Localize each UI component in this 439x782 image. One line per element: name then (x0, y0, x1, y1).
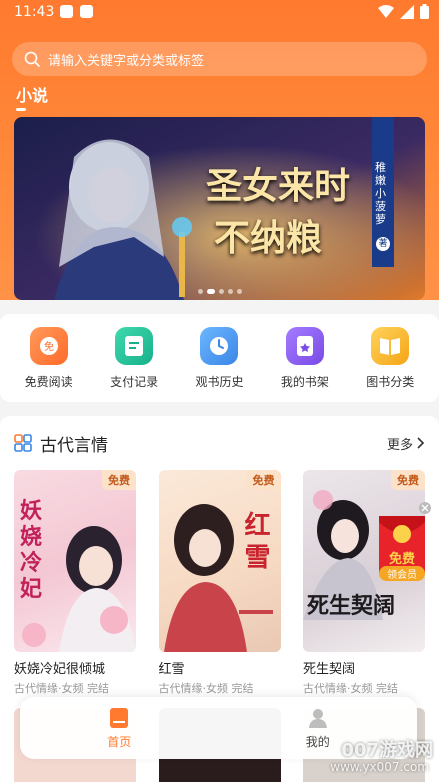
book-home-icon (110, 707, 129, 728)
book-title: 妖娆冷妃很倾城 (14, 662, 106, 677)
red-packet-line1: 免费 (388, 552, 415, 567)
watermark-brand: 007游戏网 (341, 740, 433, 761)
free-read-icon: 免 (29, 326, 68, 365)
book-title: 死生契阔 (303, 662, 356, 677)
banner-dot-active (206, 289, 215, 294)
signal-icon (400, 4, 414, 19)
book-meta: 古代情缘·女频 完结 (303, 682, 398, 695)
quick-history[interactable]: 观书历史 (179, 326, 259, 390)
quick-label: 图书分类 (366, 374, 415, 389)
notification-icon (60, 5, 73, 18)
banner-headline-2: 不纳粮 (214, 217, 323, 259)
book-list: 妖娆冷妃 免费 妖娆冷妃很倾城 古代情缘·女频 完结 红雪 免费 红雪 古代情缘… (14, 470, 425, 696)
quick-label: 支付记录 (110, 374, 159, 389)
cover-title: 红雪 (244, 511, 271, 573)
search-placeholder: 请输入关键字或分类或标签 (48, 53, 205, 69)
banner-author-suffix: 著 (376, 237, 390, 251)
banner-dot (197, 289, 203, 294)
search-bar[interactable]: 请输入关键字或分类或标签 (12, 42, 427, 76)
free-badge: 免费 (246, 470, 281, 490)
book-meta: 古代情缘·女频 完结 (158, 682, 254, 695)
status-bar: 11:43 (0, 0, 439, 26)
history-clock-icon (200, 326, 239, 365)
tab-mine-label: 我的 (305, 734, 330, 749)
free-badge: 免费 (102, 470, 136, 490)
banner-author: 稚嫩小菠萝 (375, 161, 386, 226)
book-card[interactable]: 妖娆冷妃 免费 妖娆冷妃很倾城 古代情缘·女频 完结 (14, 470, 136, 696)
book-meta: 古代情缘·女频 完结 (14, 682, 109, 695)
promo-banner[interactable]: 圣女来时 不纳粮 稚嫩小菠萝 著 (14, 117, 425, 300)
book-cover: 妖娆冷妃 免费 (14, 470, 136, 652)
quick-actions: 免 免费阅读 支付记录 观书历史 我的书架 图书分类 (0, 314, 439, 402)
quick-bookshelf[interactable]: 我的书架 (265, 326, 345, 390)
banner-pagination (14, 289, 425, 294)
bookshelf-icon (285, 326, 324, 365)
quick-category[interactable]: 图书分类 (350, 326, 430, 390)
search-icon (24, 51, 40, 67)
quick-free-read[interactable]: 免 免费阅读 (9, 326, 89, 390)
notification-icon (80, 5, 93, 18)
banner-dot (236, 289, 242, 294)
payment-record-icon (115, 326, 154, 365)
wifi-icon (378, 4, 394, 18)
chevron-right-icon (417, 437, 425, 449)
book-title: 红雪 (158, 662, 185, 677)
more-label: 更多 (386, 437, 413, 453)
quick-label: 免费阅读 (24, 374, 73, 389)
tab-home-label: 首页 (107, 734, 132, 749)
category-header: 古代言情 更多 (14, 430, 425, 456)
quick-label: 我的书架 (280, 374, 329, 389)
category-book-icon (371, 326, 410, 365)
book-card[interactable]: 红雪 免费 红雪 古代情缘·女频 完结 (158, 470, 281, 696)
more-link[interactable]: 更多 (387, 434, 425, 453)
quick-payment-record[interactable]: 支付记录 (94, 326, 174, 390)
section-title: 小说 (16, 82, 48, 111)
red-packet-promo[interactable]: 免费 领会员 (373, 502, 433, 586)
svg-text:免: 免 (44, 340, 54, 353)
status-time: 11:43 (14, 4, 55, 20)
quick-label: 观书历史 (195, 374, 244, 389)
banner-dot (227, 289, 233, 294)
banner-dot (218, 289, 224, 294)
banner-headline-1: 圣女来时 (206, 165, 351, 207)
free-badge: 免费 (391, 470, 425, 490)
cover-title: 死生契阔 (307, 593, 396, 619)
battery-icon (420, 4, 429, 19)
book-cover: 红雪 免费 (158, 470, 281, 652)
watermark-url: www.yx007.com (330, 760, 429, 774)
tab-home[interactable]: 首页 (69, 707, 169, 750)
grid-icon (14, 434, 32, 452)
cover-title: 妖娆冷妃 (20, 498, 43, 602)
category-title: 古代言情 (40, 435, 108, 456)
user-icon (308, 708, 327, 728)
red-packet-line2: 领会员 (379, 566, 425, 581)
